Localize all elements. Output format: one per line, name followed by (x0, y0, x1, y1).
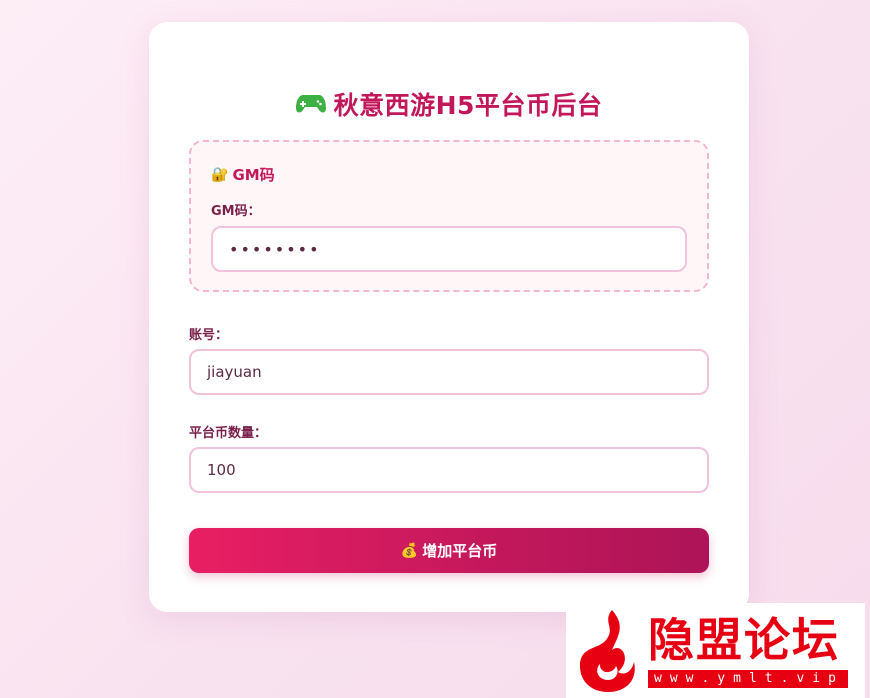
gm-code-label: GM码： (211, 204, 261, 219)
gm-code-input[interactable]: •••••••• (211, 226, 687, 272)
account-label: 账号： (189, 328, 229, 343)
page-title: 秋意西游H5平台币后台 (149, 86, 749, 122)
admin-card: 秋意西游H5平台币后台 🔐 GM码 GM码： •••••••• 账号： jiay… (149, 22, 749, 612)
add-coins-label: 增加平台币 (422, 542, 498, 560)
flame-logo-icon (580, 609, 635, 692)
gm-heading-text: GM码 (232, 166, 275, 184)
watermark: 隐盟论坛 www.ymlt.vip (566, 603, 865, 698)
amount-input[interactable]: 100 (189, 447, 709, 493)
add-coins-button[interactable]: 💰 增加平台币 (189, 528, 709, 573)
gm-section-heading: 🔐 GM码 (211, 164, 275, 185)
amount-label: 平台币数量： (189, 426, 268, 441)
gm-code-section: 🔐 GM码 GM码： •••••••• (189, 140, 709, 292)
gamepad-icon (295, 95, 326, 113)
account-input[interactable]: jiayuan (189, 349, 709, 395)
watermark-text: 隐盟论坛 www.ymlt.vip (648, 614, 848, 688)
lock-key-icon: 🔐 (211, 166, 229, 183)
watermark-title: 隐盟论坛 (648, 612, 840, 667)
page-title-text: 秋意西游H5平台币后台 (333, 91, 603, 120)
watermark-url: www.ymlt.vip (648, 669, 848, 688)
money-bag-icon: 💰 (400, 542, 419, 559)
